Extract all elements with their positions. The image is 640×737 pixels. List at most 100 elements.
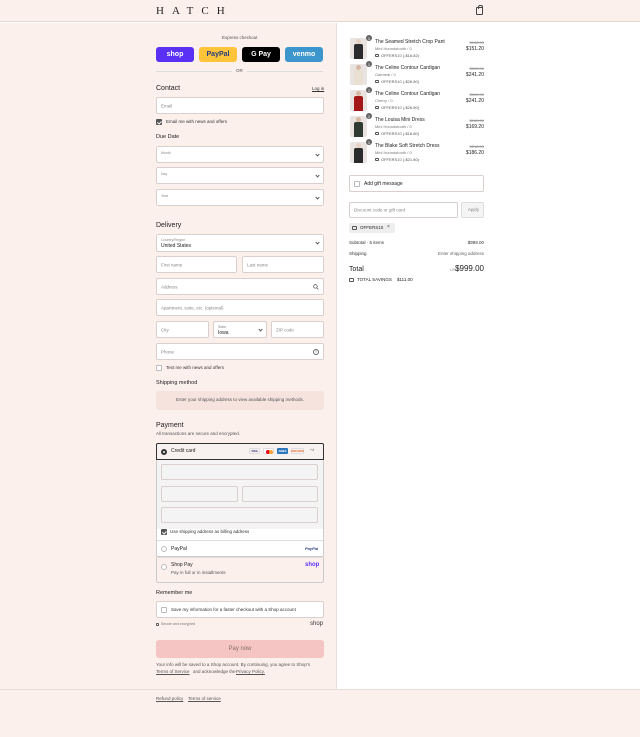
shop-pay-option[interactable] (156, 557, 324, 583)
credit-card-label: Credit card (171, 448, 196, 454)
tag-icon (352, 226, 357, 230)
login-link[interactable]: Log in (312, 86, 324, 92)
due-date-heading: Due Date (156, 134, 180, 140)
quantity-badge: 1 (366, 87, 372, 93)
pay-now-button[interactable]: Pay now (156, 640, 324, 658)
product-discount: OFFERS10 (-$16.82) (381, 53, 420, 58)
sale-price: $151.20 (465, 46, 484, 52)
day-select[interactable]: Day (156, 167, 324, 184)
country-select[interactable]: Country/Region United States (156, 234, 324, 252)
secure-label: Secure and encrypted (161, 622, 196, 626)
last-name-field[interactable]: Last name (242, 256, 324, 273)
month-select[interactable]: Month (156, 146, 324, 163)
total-savings-label: TOTAL SAVINGS (357, 277, 392, 282)
gift-message-checkbox[interactable] (354, 181, 360, 187)
billing-same-label: Use shipping address as billing address (170, 529, 250, 534)
month-label: Month (161, 151, 171, 155)
card-cvv-field[interactable] (242, 486, 318, 502)
apply-button[interactable]: Apply (461, 202, 484, 218)
shipping-label: Shipping (349, 251, 367, 256)
product-discount: OFFERS10 (-$18.80) (381, 131, 420, 136)
remove-code-icon[interactable]: × (387, 225, 390, 230)
product-discount: OFFERS10 (-$21.80) (381, 157, 420, 162)
shipping-value: Enter shipping address (437, 251, 484, 256)
page-footer (0, 689, 640, 737)
shop-logo: shop (310, 621, 324, 627)
or-divider-label: OR (236, 68, 243, 73)
last-name-placeholder: Last name (247, 262, 269, 267)
card-expiry-field[interactable] (161, 486, 238, 502)
city-placeholder: City (161, 327, 169, 332)
discover-card-icon: DISCOVER (291, 448, 304, 454)
divider (247, 71, 323, 72)
google-pay-express-button[interactable]: G Pay (242, 47, 280, 62)
lock-icon (156, 623, 159, 626)
site-header: HATCH (0, 0, 640, 22)
store-logo[interactable]: HATCH (156, 5, 233, 17)
discount-tag-icon (375, 158, 379, 161)
shop-pay-express-button[interactable]: shop (156, 47, 194, 62)
paypal-radio[interactable] (161, 546, 167, 552)
quantity-badge: 1 (366, 113, 372, 119)
zip-field[interactable]: ZIP code (271, 321, 324, 338)
paypal-option-label: PayPal (171, 546, 187, 552)
year-select[interactable]: Year (156, 189, 324, 206)
chevron-down-icon (258, 326, 263, 332)
email-field[interactable]: Email (156, 97, 324, 114)
payment-heading: Payment (156, 422, 184, 429)
state-select[interactable]: State Iowa (213, 321, 267, 338)
subtotal-label: Subtotal · 5 items (349, 240, 385, 245)
product-name: The Seamed Stretch Crop Pant (375, 39, 445, 45)
sms-news-checkbox[interactable] (156, 365, 162, 371)
product-thumbnail (350, 38, 367, 59)
city-field[interactable]: City (156, 321, 209, 338)
terms-of-service-link[interactable]: Terms of service (188, 696, 221, 702)
amex-card-icon: AMEX (277, 448, 288, 454)
shopping-bag-icon[interactable] (476, 5, 483, 15)
save-info-label: Save my information for a faster checkou… (171, 607, 296, 612)
privacy-link[interactable]: Privacy Policy. (236, 669, 265, 675)
discount-code-field[interactable]: Discount code or gift card (349, 202, 458, 218)
gift-message-option[interactable]: Add gift message (349, 175, 484, 192)
original-price: $188.00 (469, 118, 484, 123)
terms-link[interactable]: Terms of Service (156, 669, 190, 675)
address-field[interactable]: Address (156, 278, 324, 295)
phone-field[interactable]: Phone ? (156, 343, 324, 360)
original-price: $268.00 (469, 66, 484, 71)
save-info-checkbox[interactable] (161, 607, 167, 613)
first-name-field[interactable]: First name (156, 256, 237, 273)
product-thumbnail (350, 90, 367, 111)
total-value: $999.00 (455, 264, 484, 273)
shipping-method-heading: Shipping method (156, 380, 198, 386)
mastercard-icon (263, 448, 274, 454)
payment-subtitle: All transactions are secure and encrypte… (156, 431, 241, 436)
year-label: Year (161, 194, 169, 198)
apply-label: Apply (467, 207, 480, 212)
product-variant: Cherry / 0 (375, 98, 393, 103)
savings-tag-icon (349, 278, 354, 282)
visa-card-icon: VISA (249, 448, 260, 454)
chevron-down-icon (315, 194, 320, 200)
help-icon[interactable]: ? (313, 349, 319, 355)
refund-policy-link[interactable]: Refund policy (156, 696, 183, 702)
save-info-box[interactable]: Save my information for a faster checkou… (156, 601, 324, 618)
card-name-field[interactable] (161, 507, 318, 523)
credit-card-radio[interactable] (161, 449, 167, 455)
pay-now-label: Pay now (228, 646, 252, 652)
billing-same-checkbox[interactable] (161, 529, 167, 535)
state-label: State (218, 325, 227, 329)
product-name: The Celine Contour Cardigan (375, 65, 441, 71)
gift-message-label: Add gift message (364, 181, 403, 187)
express-label: venmo (292, 51, 316, 58)
apartment-field[interactable]: Apartment, suite, etc. (optional) (156, 299, 324, 316)
discount-code-tag: OFFERS10 × (349, 223, 395, 233)
email-placeholder: Email (161, 103, 173, 108)
venmo-express-button[interactable]: venmo (285, 47, 323, 62)
email-news-checkbox[interactable] (156, 119, 162, 125)
original-price: $268.00 (469, 92, 484, 97)
card-number-field[interactable] (161, 464, 318, 480)
discount-tag-icon (375, 54, 379, 57)
paypal-logo: PayPal (305, 546, 319, 551)
chevron-down-icon (315, 172, 320, 178)
paypal-express-button[interactable]: PayPal (199, 47, 237, 62)
